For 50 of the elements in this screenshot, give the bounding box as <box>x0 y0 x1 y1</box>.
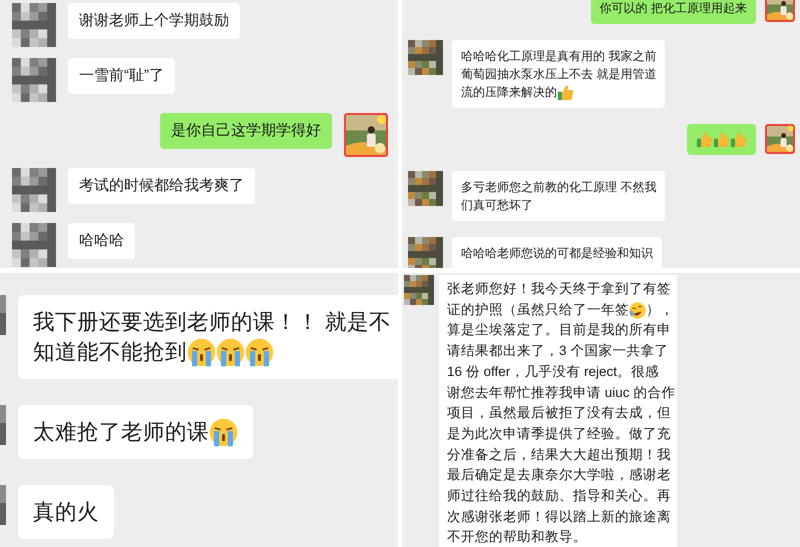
message-text: 哈哈哈老师您说的可都是经验和知识 <box>461 245 653 262</box>
message-text: 分准备之后，结果大大超出预期！我 <box>447 446 671 464</box>
message-text: 张老师您好！我今天终于拿到了有签 <box>447 280 671 298</box>
thumbs-up-icon <box>557 84 574 100</box>
message-text: 多亏老师您之前教的化工原理 不然我 <box>461 179 656 196</box>
pixelated-avatar-icon <box>12 3 56 47</box>
message-text: 算是尘埃落定了。目前是我的所有申 <box>447 321 671 340</box>
avatar-edge-icon <box>0 485 6 525</box>
message-text: 知道能不能抢到 <box>33 339 187 366</box>
message-text: 哈哈哈 <box>79 231 124 251</box>
thumbs-up-icon <box>696 131 713 148</box>
thumbs-up-icon <box>713 131 730 148</box>
message-text: 真的火 <box>33 499 99 526</box>
message-text: 16 份 offer，几乎没有 reject。很感 <box>447 362 660 381</box>
message-text: 你可以的 把化工原理用起来 <box>600 0 747 17</box>
message-text: 请结果都出来了，3 个国家一共拿了 <box>447 342 668 360</box>
message-text: 最后确定是去康奈尔大学啦，感谢老 <box>447 466 671 484</box>
pixelated-avatar-icon <box>12 168 56 212</box>
avatar-edge-icon <box>0 405 6 445</box>
message-text: 一雪前“耻”了 <box>79 66 164 86</box>
pixelated-avatar-icon <box>408 40 443 75</box>
pixelated-avatar-icon <box>408 237 443 268</box>
message-text: 不开您的帮助和教导。 <box>447 528 587 546</box>
message-text: 葡萄园抽水泵水压上不去 就是用管道 <box>461 66 656 83</box>
crying-face-icon <box>216 338 245 366</box>
message-text: 考试的时候都给我考爽了 <box>79 176 244 196</box>
message-text: 是为此次申请季提供了经验。做了充 <box>447 424 671 443</box>
crying-face-icon <box>209 418 238 446</box>
message-text: 流的压降来解决的 <box>461 84 557 101</box>
pixelated-avatar-icon <box>12 58 56 102</box>
message-text: 证的护照（虽然只给了一年签 <box>447 300 629 319</box>
thumbs-up-icon <box>730 131 747 148</box>
pixelated-avatar-icon <box>408 171 443 206</box>
message-text: 是你自己这学期学得好 <box>171 121 321 141</box>
pixelated-avatar-icon <box>12 223 56 267</box>
message-text: 谢谢老师上个学期鼓励 <box>79 11 229 31</box>
message-text: 师过往给我的鼓励、指导和关心。再 <box>447 487 671 506</box>
crying-face-icon <box>187 338 216 366</box>
message-text: 太难抢了老师的课 <box>33 419 209 446</box>
message-text: 谢您去年帮忙推荐我申请 uiuc 的合作 <box>447 384 676 402</box>
message-text: 我下册还要选到老师的课！！ 就是不 <box>33 309 391 336</box>
message-text: 哈哈哈化工原理是真有用的 我家之前 <box>461 48 656 65</box>
message-text: 次感谢张老师！得以踏上新的旅途离 <box>447 508 671 526</box>
avatar-edge-icon <box>0 295 6 335</box>
message-text: 们真可愁坏了 <box>461 197 533 214</box>
message-text: ）， <box>646 300 674 319</box>
pixelated-avatar-icon <box>404 275 434 305</box>
message-text: 项目，虽然最后被拒了没有去成，但 <box>447 404 671 422</box>
crying-face-icon <box>245 338 274 366</box>
laughing-face-icon <box>629 302 646 319</box>
